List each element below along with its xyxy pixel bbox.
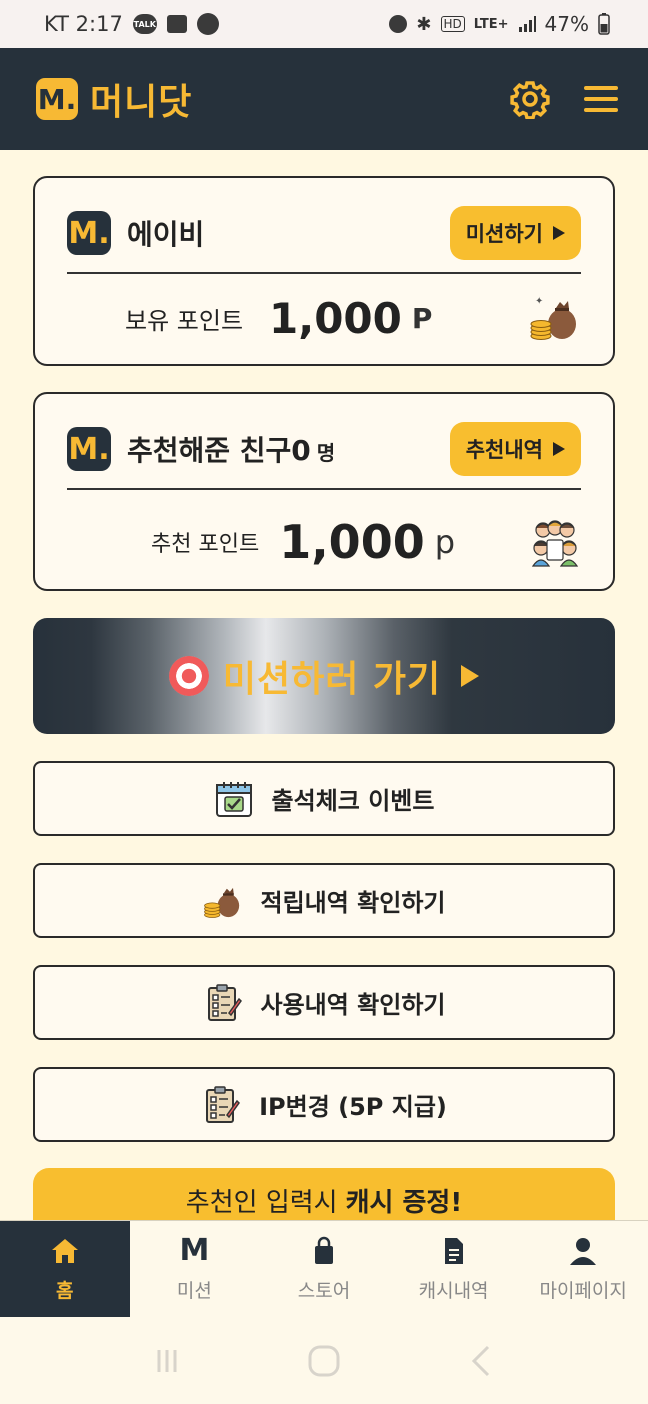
home-button-icon[interactable] <box>307 1344 341 1378</box>
m-icon: M <box>179 1233 210 1268</box>
tab-home[interactable]: 홈 <box>0 1221 130 1318</box>
mission-button[interactable]: 미션하기 <box>449 206 581 260</box>
user-points-card: M. 에이비 미션하기 보유 포인트 1,000 P ✦ <box>33 176 615 366</box>
referral-title: 추천해준 친구0 <box>127 434 311 467</box>
recent-apps-icon[interactable] <box>152 1346 182 1376</box>
money-bag-icon <box>203 887 239 918</box>
system-navigation-bar <box>0 1317 648 1404</box>
menu-label: 사용내역 확인하기 <box>260 991 446 1019</box>
points-value: 1,000 <box>269 293 402 343</box>
hd-icon: HD <box>440 16 465 32</box>
app-header: M. 머니닷 <box>0 48 648 150</box>
back-icon[interactable] <box>466 1344 496 1378</box>
gallery-notification-icon <box>166 15 187 33</box>
friends-group-icon <box>531 520 579 567</box>
document-icon <box>444 1238 463 1264</box>
play-arrow-icon <box>553 226 565 240</box>
status-time: KT 2:17 <box>44 12 123 36</box>
signal-icon <box>518 16 536 32</box>
banner-label: 미션하러 가기 <box>222 659 442 700</box>
status-bar: KT 2:17 TALK ✱ HD LTE+ 47% <box>0 0 648 48</box>
promo-emphasis: 캐시 증정! <box>345 1188 463 1218</box>
go-to-mission-banner[interactable]: 미션하러 가기 <box>33 618 615 734</box>
tab-mission[interactable]: M 미션 <box>130 1221 260 1318</box>
bottom-tab-bar: 홈 M 미션 스토어 캐시내역 마이페이지 <box>0 1220 648 1318</box>
money-bag-icon: ✦ <box>530 296 576 340</box>
app-name: 머니닷 <box>90 82 193 123</box>
play-arrow-icon <box>461 665 480 687</box>
alarm-icon <box>389 15 408 33</box>
battery-icon <box>598 13 610 35</box>
points-label: 보유 포인트 <box>125 306 244 335</box>
promo-text: 추천인 입력시 <box>185 1188 338 1218</box>
ip-change-button[interactable]: IP변경 (5P 지급) <box>33 1067 615 1142</box>
shopping-bag-icon <box>314 1236 333 1264</box>
points-unit: P <box>411 301 433 335</box>
calendar-check-icon <box>215 781 252 817</box>
usage-history-button[interactable]: 사용내역 확인하기 <box>33 965 615 1040</box>
svg-text:✦: ✦ <box>535 296 543 307</box>
referral-promo-banner[interactable]: 추천인 입력시 캐시 증정! <box>33 1168 615 1228</box>
checklist-icon <box>206 1085 241 1123</box>
target-icon <box>168 656 209 696</box>
kakaotalk-notification-icon: TALK <box>132 14 157 34</box>
network-type: LTE+ <box>473 16 509 32</box>
user-name: 에이비 <box>127 218 205 251</box>
app-logo-icon: M. <box>36 78 78 120</box>
tab-mypage[interactable]: 마이페이지 <box>518 1221 648 1318</box>
settings-gear-icon[interactable] <box>510 79 550 119</box>
menu-hamburger-icon[interactable] <box>584 86 618 112</box>
chat-notification-icon <box>196 13 219 35</box>
referral-points-label: 추천 포인트 <box>151 532 260 557</box>
referral-card: M. 추천해준 친구0 명 추천내역 추천 포인트 1,000 p <box>33 392 615 591</box>
menu-label: 출석체크 이벤트 <box>271 787 435 815</box>
referral-points-value: 1,000 <box>279 515 425 569</box>
tab-store[interactable]: 스토어 <box>259 1221 389 1318</box>
referral-points-unit: p <box>434 523 456 561</box>
battery-level: 47% <box>544 12 589 36</box>
checklist-icon <box>207 983 242 1021</box>
home-icon <box>51 1239 78 1263</box>
attendance-event-button[interactable]: 출석체크 이벤트 <box>33 761 615 836</box>
m-badge-icon: M. <box>67 427 111 471</box>
referral-history-button[interactable]: 추천내역 <box>449 422 581 476</box>
referral-unit: 명 <box>316 441 336 465</box>
menu-label: 적립내역 확인하기 <box>260 889 446 917</box>
tab-cash-history[interactable]: 캐시내역 <box>389 1221 519 1318</box>
play-arrow-icon <box>553 442 565 456</box>
bluetooth-icon: ✱ <box>416 13 432 35</box>
person-icon <box>570 1238 597 1265</box>
m-badge-icon: M. <box>67 211 111 255</box>
menu-label: IP변경 (5P 지급) <box>259 1093 447 1121</box>
earning-history-button[interactable]: 적립내역 확인하기 <box>33 863 615 938</box>
